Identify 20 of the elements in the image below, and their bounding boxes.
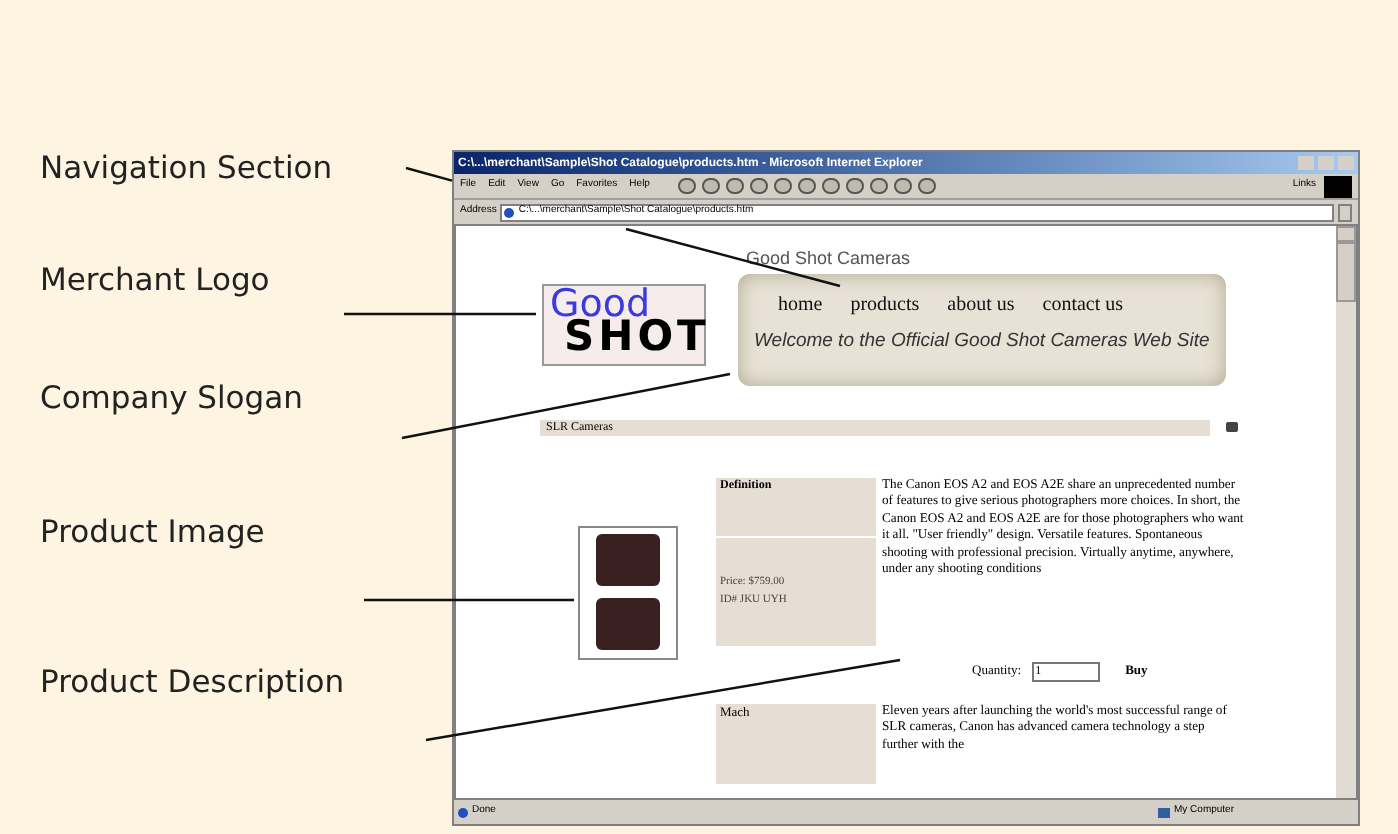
annotation-label: Product Description (40, 664, 345, 700)
annotation-label: Product Image (40, 514, 267, 550)
nav-link[interactable]: products (850, 289, 920, 319)
nav-link[interactable]: home (778, 289, 823, 319)
page-icon (458, 807, 468, 817)
annotation-label: Merchant Logo (40, 262, 272, 298)
nav-link[interactable]: contact us (1042, 289, 1124, 319)
nav-link[interactable]: about us (947, 289, 1015, 319)
page-icon (504, 207, 515, 217)
dropdown-button[interactable] (1338, 203, 1352, 221)
annotation-label: Navigation Section (40, 150, 335, 186)
computer-icon (1158, 807, 1170, 817)
camera-photo-placeholder (596, 598, 660, 651)
slogan: Welcome to the Official Good Shot Cameras Web Site (754, 329, 1210, 351)
annotation-label: Company Slogan (40, 380, 305, 416)
camera-photo-placeholder (596, 533, 660, 586)
site-name: Good Shot Cameras (746, 246, 913, 272)
scroll-thumb[interactable] (1336, 242, 1356, 302)
merchant-logo: Good SHOT (542, 284, 706, 366)
leader-line (405, 166, 453, 182)
